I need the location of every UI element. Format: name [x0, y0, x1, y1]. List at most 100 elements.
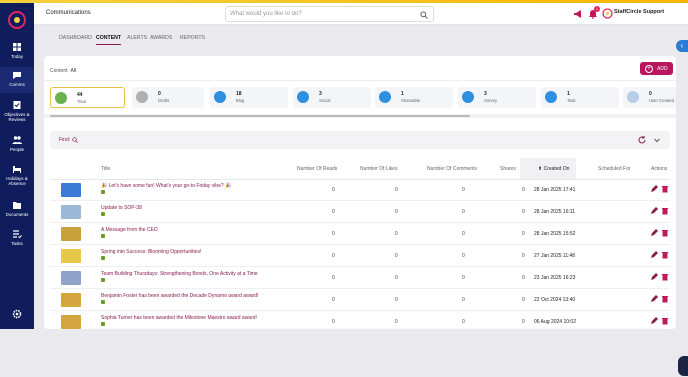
- find-bar[interactable]: Find:: [50, 131, 670, 149]
- content-title[interactable]: Benjamin Foster has been awarded the Dec…: [101, 293, 258, 299]
- cell-comments: 0: [462, 187, 465, 193]
- content-tags: [101, 300, 107, 306]
- content-card: Content All + ADD 44 Total 0 Drafts 18 Bl…: [44, 56, 688, 376]
- stat-shareable[interactable]: 1 Shareable: [375, 87, 453, 108]
- content-filter-label: Content All: [50, 68, 76, 74]
- sidebar: Today Comms Objectives & Reviews People …: [0, 3, 34, 329]
- stat-user-created[interactable]: 0 User Created: [623, 87, 676, 108]
- cell-reads: 0: [332, 209, 335, 215]
- collapse-panel-button[interactable]: ‹: [676, 40, 688, 52]
- tasks-icon: [13, 230, 22, 239]
- sidebar-item-label: Comms: [9, 82, 25, 87]
- table-row[interactable]: 🎉 Let's have some fun! What's your go-to…: [50, 180, 670, 201]
- sidebar-item-label: People: [9, 147, 24, 152]
- stat-number: 44: [77, 92, 83, 98]
- cell-created: 22 Oct 2024 13:40: [534, 297, 576, 303]
- search-icon[interactable]: [72, 137, 78, 143]
- share-icon: [379, 91, 391, 103]
- search-input[interactable]: What would you like to do?: [225, 6, 434, 22]
- content-filter-value[interactable]: All: [71, 68, 77, 74]
- table-row[interactable]: A Message from the CEO 0 0 0 0 28 Jan 2025 1…: [50, 224, 670, 245]
- stat-label: User Created: [649, 98, 674, 103]
- cell-likes: 0: [395, 187, 398, 193]
- table-row[interactable]: Update to SOP-38 0 0 0 0 28 Jan 2025 16:11: [50, 202, 670, 223]
- sidebar-item-today[interactable]: Today: [0, 42, 34, 59]
- column-header-likes[interactable]: Number Of Likes: [360, 166, 398, 172]
- delete-icon[interactable]: [661, 273, 669, 281]
- edit-icon[interactable]: [650, 207, 658, 215]
- tab-dashboard[interactable]: DASHBOARD: [59, 35, 92, 41]
- today-icon: [13, 43, 21, 51]
- megaphone-icon[interactable]: [573, 9, 583, 19]
- reset-filter-icon[interactable]: [637, 135, 647, 145]
- table-row[interactable]: Benjamin Foster has been awarded the Dec…: [50, 290, 670, 311]
- content-title[interactable]: Team Building Thursdays: Strengthening B…: [101, 271, 258, 277]
- table-row[interactable]: Team Building Thursdays: Strengthening B…: [50, 268, 670, 289]
- sidebar-item-tasks[interactable]: Tasks: [0, 229, 34, 246]
- tab-awards[interactable]: AWARDS: [150, 35, 172, 41]
- delete-icon[interactable]: [661, 317, 669, 325]
- tab-reports[interactable]: REPORTS: [180, 35, 205, 41]
- tag-icon: [101, 322, 105, 326]
- tag-icon: [101, 278, 105, 282]
- sidebar-item-people[interactable]: People: [0, 135, 34, 152]
- edit-icon[interactable]: [650, 185, 658, 193]
- column-header-created[interactable]: ⬆ Created On: [538, 166, 569, 172]
- table-row[interactable]: Spring into Success: Blooming Opportunit…: [50, 246, 670, 267]
- sidebar-item-label: Documents: [5, 212, 29, 217]
- column-header-reads[interactable]: Number Of Reads: [297, 166, 337, 172]
- sidebar-item-holidays[interactable]: Holidays & Absence: [0, 164, 34, 186]
- stat-blog[interactable]: 18 Blog: [210, 87, 288, 108]
- content-title[interactable]: 🎉 Let's have some fun! What's your go-to…: [101, 183, 231, 189]
- stat-number: 3: [484, 91, 487, 97]
- search-placeholder: What would you like to do?: [230, 11, 302, 17]
- tag-icon: [101, 212, 105, 216]
- column-header-comments[interactable]: Number Of Comments: [427, 166, 477, 172]
- edit-icon[interactable]: [650, 229, 658, 237]
- cell-shares: 0: [522, 319, 525, 325]
- chat-icon[interactable]: [678, 356, 688, 376]
- delete-icon[interactable]: [661, 229, 669, 237]
- delete-icon[interactable]: [661, 251, 669, 259]
- column-header-scheduled[interactable]: Scheduled For: [598, 166, 631, 172]
- gear-icon[interactable]: [12, 309, 22, 319]
- content-thumbnail: [61, 227, 81, 241]
- tab-alerts[interactable]: ALERTS: [127, 35, 147, 41]
- content-tags: [101, 190, 107, 196]
- search-icon[interactable]: [420, 11, 428, 19]
- cell-shares: 0: [522, 297, 525, 303]
- blog-icon: [214, 91, 226, 103]
- delete-icon[interactable]: [661, 207, 669, 215]
- stat-total[interactable]: 44 Total: [50, 87, 125, 108]
- delete-icon[interactable]: [661, 185, 669, 193]
- column-header-shares[interactable]: Shares: [500, 166, 516, 172]
- company-name[interactable]: StaffCircle Support: [614, 9, 664, 15]
- stat-social[interactable]: 3 Social: [293, 87, 371, 108]
- edit-icon[interactable]: [650, 273, 658, 281]
- content-title[interactable]: Spring into Success: Blooming Opportunit…: [101, 249, 201, 255]
- column-header-actions: Actions: [651, 166, 668, 172]
- content-title[interactable]: Sophia Turner has been awarded the Miles…: [101, 315, 257, 321]
- sidebar-item-comms[interactable]: Comms: [0, 67, 34, 93]
- edit-icon[interactable]: [650, 251, 658, 259]
- edit-icon[interactable]: [650, 295, 658, 303]
- edit-icon[interactable]: [650, 317, 658, 325]
- content-title[interactable]: Update to SOP-38: [101, 205, 142, 211]
- horizontal-scrollbar[interactable]: [44, 114, 676, 118]
- stat-survey[interactable]: 3 Survey: [458, 87, 536, 108]
- stat-number: 0: [649, 91, 652, 97]
- tab-content[interactable]: CONTENT: [96, 35, 122, 45]
- sidebar-item-objectives[interactable]: Objectives & Reviews: [0, 100, 34, 122]
- sidebar-item-documents[interactable]: Documents: [0, 200, 34, 217]
- objectives-icon: [13, 101, 21, 109]
- chevron-down-icon[interactable]: [653, 136, 661, 144]
- add-content-button[interactable]: + ADD: [640, 62, 673, 75]
- column-header-title[interactable]: Title: [101, 166, 110, 172]
- tag-icon: [101, 190, 105, 194]
- delete-icon[interactable]: [661, 295, 669, 303]
- content-title[interactable]: A Message from the CEO: [101, 227, 158, 233]
- stat-drafts[interactable]: 0 Drafts: [132, 87, 204, 108]
- stat-task[interactable]: 1 Task: [541, 87, 619, 108]
- scrollbar-thumb[interactable]: [50, 115, 470, 117]
- table-row[interactable]: Sophia Turner has been awarded the Miles…: [50, 312, 670, 333]
